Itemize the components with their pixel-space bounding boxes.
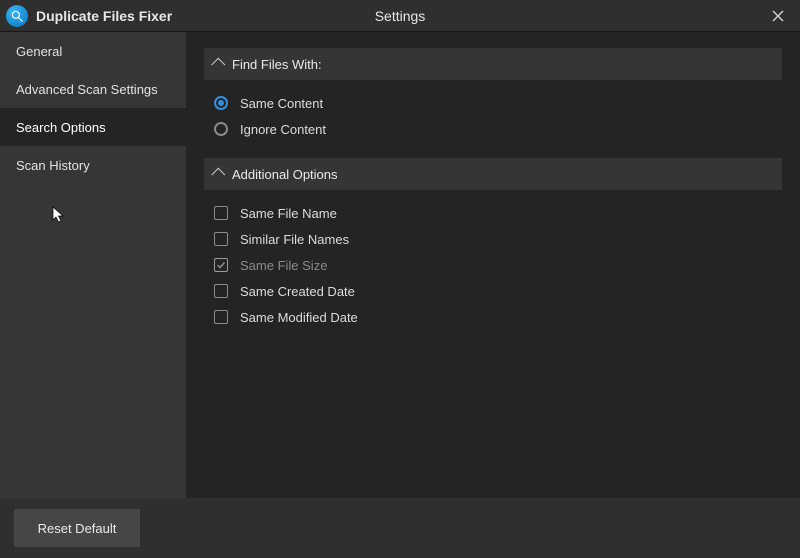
check-label: Same File Name [240, 206, 337, 221]
sidebar-item-general[interactable]: General [0, 32, 186, 70]
section-body-find-files: Same Content Ignore Content [204, 80, 782, 158]
check-label: Same Modified Date [240, 310, 358, 325]
settings-window: Duplicate Files Fixer Settings General A… [0, 0, 800, 558]
sidebar-item-scan-history[interactable]: Scan History [0, 146, 186, 184]
section-header-find-files[interactable]: Find Files With: [204, 48, 782, 80]
sidebar: General Advanced Scan Settings Search Op… [0, 32, 186, 498]
sidebar-item-label: Scan History [16, 158, 90, 173]
footer: Reset Default [0, 498, 800, 558]
section-title: Additional Options [232, 167, 338, 182]
checkbox-icon [214, 206, 228, 220]
reset-default-button[interactable]: Reset Default [14, 509, 140, 547]
check-same-modified-date[interactable]: Same Modified Date [214, 304, 772, 330]
section-body-additional: Same File Name Similar File Names Same F… [204, 190, 782, 346]
check-same-file-size: Same File Size [214, 252, 772, 278]
check-label: Same File Size [240, 258, 327, 273]
titlebar-left: Duplicate Files Fixer [6, 5, 172, 27]
sidebar-item-label: Advanced Scan Settings [16, 82, 158, 97]
radio-ignore-content[interactable]: Ignore Content [214, 116, 772, 142]
check-label: Same Created Date [240, 284, 355, 299]
checkbox-icon [214, 232, 228, 246]
close-button[interactable] [762, 2, 794, 30]
checkbox-icon [214, 258, 228, 272]
titlebar: Duplicate Files Fixer Settings [0, 0, 800, 32]
sidebar-item-label: General [16, 44, 62, 59]
section-header-additional[interactable]: Additional Options [204, 158, 782, 190]
radio-label: Ignore Content [240, 122, 326, 137]
checkbox-icon [214, 310, 228, 324]
sidebar-item-advanced-scan[interactable]: Advanced Scan Settings [0, 70, 186, 108]
body: General Advanced Scan Settings Search Op… [0, 32, 800, 498]
section-title: Find Files With: [232, 57, 322, 72]
content-panel: Find Files With: Same Content Ignore Con… [186, 32, 800, 498]
sidebar-item-label: Search Options [16, 120, 106, 135]
radio-icon [214, 122, 228, 136]
radio-same-content[interactable]: Same Content [214, 90, 772, 116]
chevron-up-icon [211, 168, 225, 182]
checkbox-icon [214, 284, 228, 298]
radio-icon [214, 96, 228, 110]
radio-label: Same Content [240, 96, 323, 111]
check-label: Similar File Names [240, 232, 349, 247]
check-same-created-date[interactable]: Same Created Date [214, 278, 772, 304]
check-same-file-name[interactable]: Same File Name [214, 200, 772, 226]
chevron-up-icon [211, 58, 225, 72]
mouse-cursor-icon [52, 206, 66, 224]
close-icon [772, 10, 784, 22]
check-similar-file-names[interactable]: Similar File Names [214, 226, 772, 252]
app-logo-icon [6, 5, 28, 27]
app-title: Duplicate Files Fixer [36, 8, 172, 24]
sidebar-item-search-options[interactable]: Search Options [0, 108, 186, 146]
